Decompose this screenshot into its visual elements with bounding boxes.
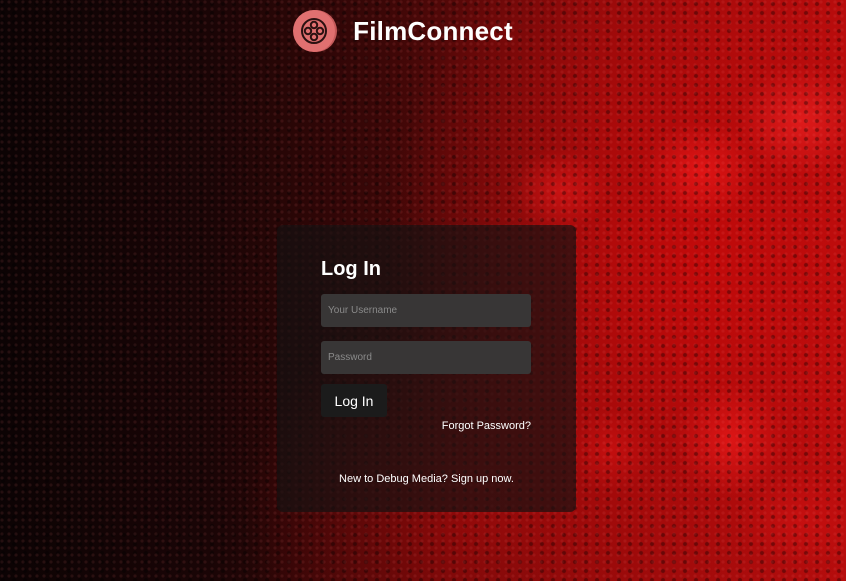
brand-name[interactable]: FilmConnect [353,16,513,47]
username-input[interactable] [321,294,531,327]
login-title: Log In [321,258,381,280]
login-card: Log In Log In Forgot Password? New to De… [277,225,576,512]
password-input[interactable] [321,341,531,374]
login-button[interactable]: Log In [321,384,387,417]
signup-link[interactable]: New to Debug Media? Sign up now. [277,473,576,485]
forgot-password-link[interactable]: Forgot Password? [442,420,531,432]
film-reel-icon[interactable] [293,10,336,52]
site-header: FilmConnect [0,8,846,54]
